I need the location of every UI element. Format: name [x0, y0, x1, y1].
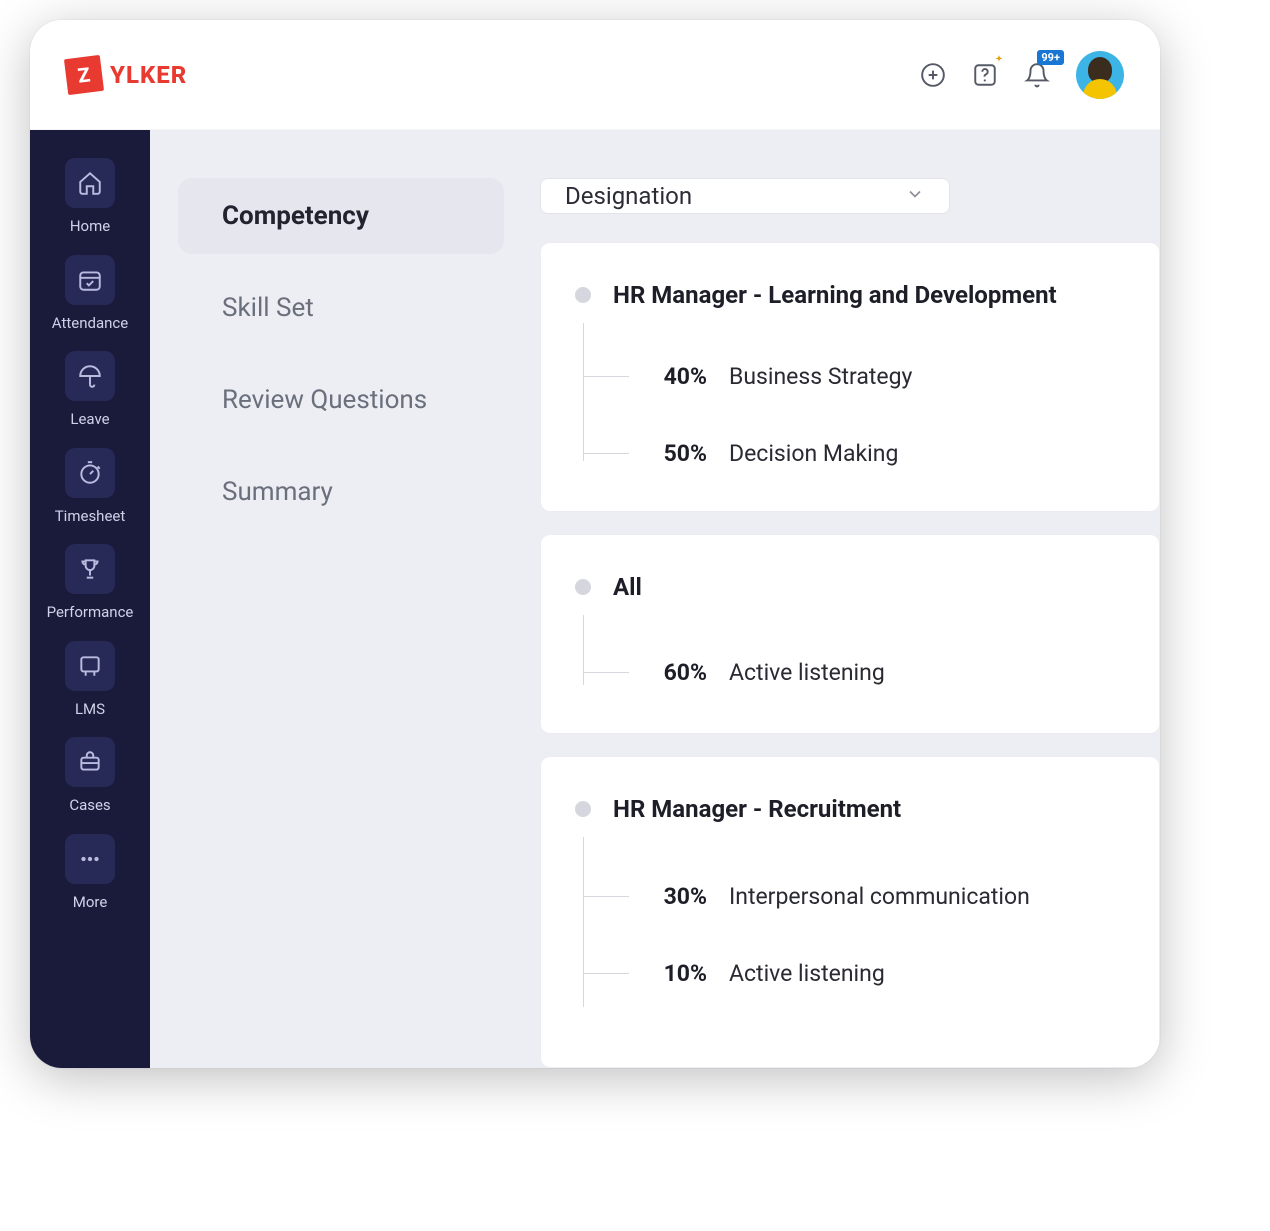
- nav-label: Timesheet: [55, 508, 126, 525]
- tab-label: Summary: [222, 477, 333, 507]
- competency-pct: 10%: [651, 960, 707, 987]
- topbar: Z YLKER 99+: [30, 20, 1160, 130]
- nav-label: Performance: [47, 604, 134, 621]
- stopwatch-icon: [65, 448, 115, 498]
- nav-item-home[interactable]: Home: [43, 158, 137, 235]
- competency-card: All 60% Active listening: [540, 534, 1160, 734]
- brand-badge-letter: Z: [76, 62, 91, 87]
- board-icon: [65, 641, 115, 691]
- home-icon: [65, 158, 115, 208]
- card-title: HR Manager - Recruitment: [613, 795, 901, 823]
- app-window: Z YLKER 99+: [30, 20, 1160, 1068]
- nav-item-attendance[interactable]: Attendance: [43, 255, 137, 332]
- competency-pct: 30%: [651, 883, 707, 910]
- brand-logo[interactable]: Z YLKER: [66, 57, 187, 93]
- top-actions: 99+: [920, 51, 1124, 99]
- competency-pct: 60%: [651, 659, 707, 686]
- nav-item-cases[interactable]: Cases: [43, 737, 137, 814]
- nav-label: Attendance: [52, 315, 128, 332]
- avatar[interactable]: [1076, 51, 1124, 99]
- brand-badge: Z: [64, 54, 104, 94]
- tab-skill-set[interactable]: Skill Set: [178, 270, 504, 346]
- trophy-icon: [65, 544, 115, 594]
- competency-label: Active listening: [729, 659, 885, 686]
- nav-rail: Home Attendance Leave Timesheet: [30, 130, 150, 1068]
- sparkle-icon: [992, 54, 1006, 68]
- calendar-check-icon: [65, 255, 115, 305]
- brand-name: YLKER: [110, 61, 187, 89]
- tab-review-questions[interactable]: Review Questions: [178, 362, 504, 438]
- notification-badge: 99+: [1037, 50, 1064, 65]
- nav-label: Home: [70, 218, 110, 235]
- select-label: Designation: [565, 182, 692, 210]
- competency-pct: 50%: [651, 440, 707, 467]
- nav-item-performance[interactable]: Performance: [43, 544, 137, 621]
- tab-label: Review Questions: [222, 385, 427, 415]
- competency-card: HR Manager - Recruitment 30% Interperson…: [540, 756, 1160, 1068]
- bullet-icon: [575, 287, 591, 303]
- bullet-icon: [575, 579, 591, 595]
- competency-label: Active listening: [729, 960, 885, 987]
- nav-item-timesheet[interactable]: Timesheet: [43, 448, 137, 525]
- tab-summary[interactable]: Summary: [178, 454, 504, 530]
- designation-select[interactable]: Designation: [540, 178, 950, 214]
- content: Competency Skill Set Review Questions Su…: [150, 130, 1160, 1068]
- chevron-down-icon: [905, 182, 925, 210]
- competency-label: Interpersonal communication: [729, 883, 1030, 910]
- nav-label: LMS: [75, 701, 105, 718]
- competency-groups: HR Manager - Learning and Development 40…: [540, 242, 1160, 1068]
- nav-label: Leave: [70, 411, 109, 428]
- competency-label: Decision Making: [729, 440, 898, 467]
- nav-label: Cases: [69, 797, 110, 814]
- nav-label: More: [73, 894, 108, 911]
- competency-card: HR Manager - Learning and Development 40…: [540, 242, 1160, 512]
- briefcase-icon: [65, 737, 115, 787]
- card-title: HR Manager - Learning and Development: [613, 281, 1057, 309]
- tab-label: Skill Set: [222, 293, 314, 323]
- tabs-column: Competency Skill Set Review Questions Su…: [178, 178, 504, 1068]
- nav-item-leave[interactable]: Leave: [43, 351, 137, 428]
- umbrella-icon: [65, 351, 115, 401]
- notifications-button[interactable]: 99+: [1024, 62, 1050, 88]
- help-button[interactable]: [972, 62, 998, 88]
- main-column: Designation HR Manager - Learning and De…: [540, 178, 1160, 1068]
- competency-label: Business Strategy: [729, 363, 912, 390]
- nav-item-more[interactable]: More: [43, 834, 137, 911]
- competency-pct: 40%: [651, 363, 707, 390]
- add-button[interactable]: [920, 62, 946, 88]
- nav-item-lms[interactable]: LMS: [43, 641, 137, 718]
- app-body: Home Attendance Leave Timesheet: [30, 130, 1160, 1068]
- tab-label: Competency: [222, 201, 369, 231]
- tab-competency[interactable]: Competency: [178, 178, 504, 254]
- more-icon: [65, 834, 115, 884]
- card-title: All: [613, 573, 642, 601]
- bullet-icon: [575, 801, 591, 817]
